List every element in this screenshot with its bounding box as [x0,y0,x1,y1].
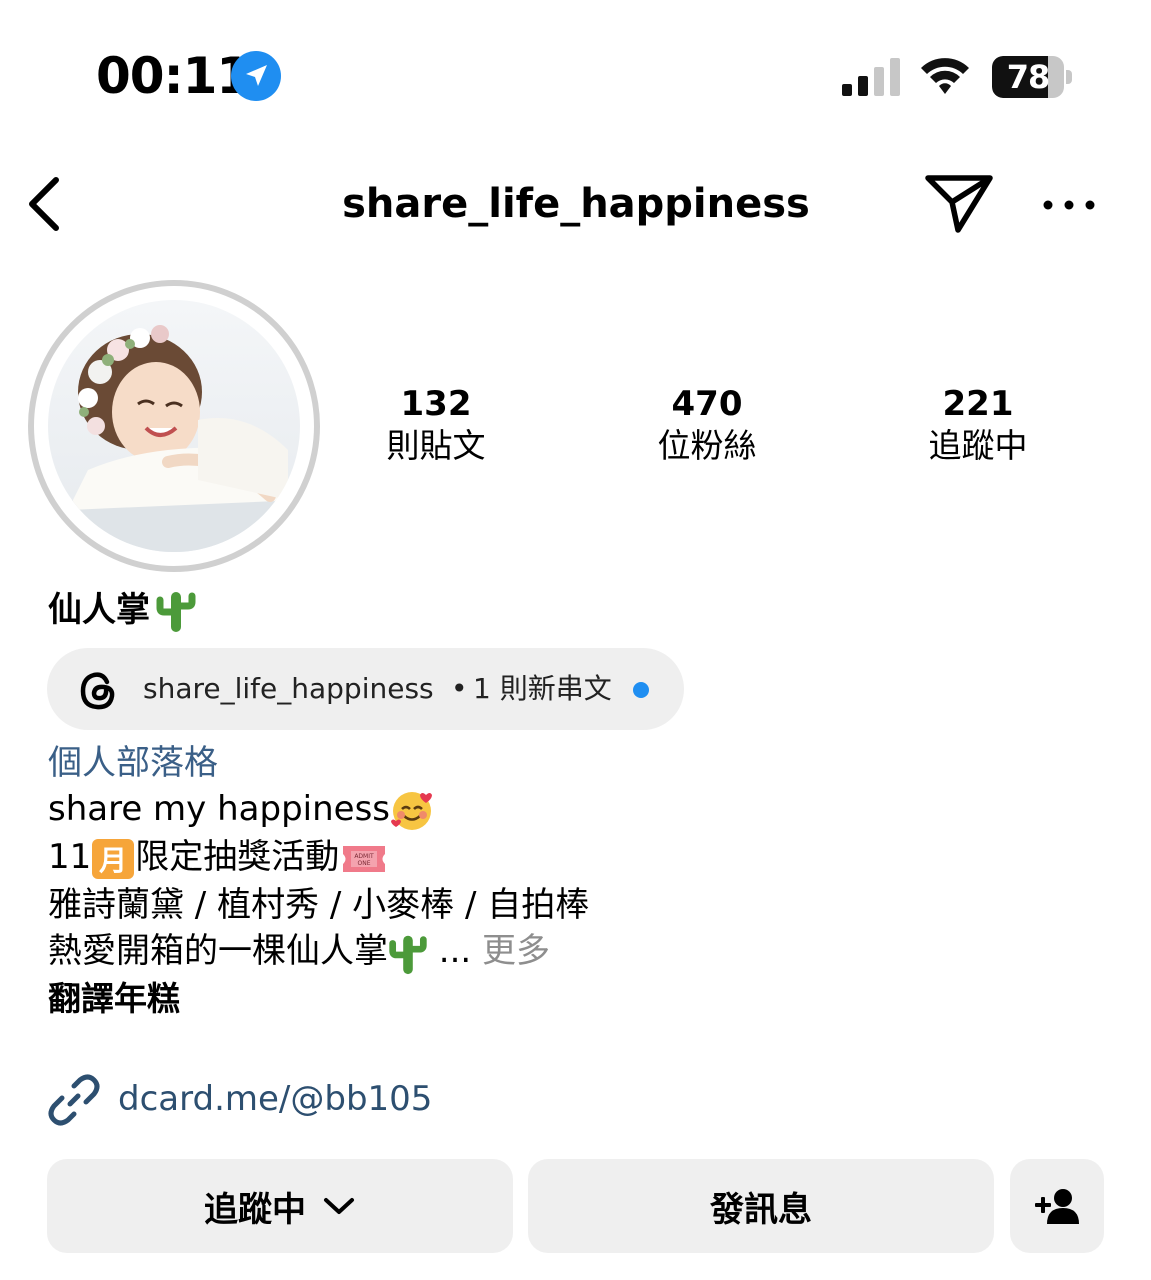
wifi-icon [921,58,969,94]
bio-line-4-text: 熱愛開箱的一棵仙人掌 [48,931,388,971]
page-title: share_life_happiness [342,181,810,227]
bio-line-1-text: share my happiness [48,789,390,829]
svg-text:ONE: ONE [358,860,371,867]
stat-followers-label: 位粉絲 [657,426,757,465]
more-options-icon[interactable] [1040,194,1098,216]
message-button-label: 發訊息 [710,1189,812,1230]
status-bar: 00:11 78 [0,0,1151,150]
stat-posts-count: 132 [400,384,472,424]
bio-line-3: 雅詩蘭黛 / 植村秀 / 小麥棒 / 自拍棒 [48,885,590,925]
threads-username: share_life_happiness [143,672,434,705]
battery-percentage: 78 [1006,58,1051,96]
following-button[interactable]: 追蹤中 [47,1159,513,1253]
bio-line-1: share my happiness [48,786,434,833]
translate-bio-link[interactable]: 翻譯年糕 [48,976,180,1022]
stat-following-label: 追蹤中 [928,426,1028,465]
svg-text:ADMIT: ADMIT [355,853,375,860]
chevron-down-icon [324,1198,354,1214]
battery-icon: 78 [992,56,1074,98]
stat-followers-count: 470 [671,384,743,424]
link-icon [48,1074,100,1126]
profile-link[interactable]: dcard.me/@bb105 [118,1076,432,1122]
stat-following[interactable]: 221 追蹤中 [878,384,1078,468]
status-time: 00:11 [96,47,251,105]
ticket-emoji-icon: ADMIT ONE [343,845,386,872]
suggest-people-button[interactable] [1010,1159,1104,1253]
svg-text:月: 月 [98,844,127,877]
profile-name-text: 仙人掌 [48,590,150,630]
profile-name: 仙人掌 [48,586,196,634]
smiling-face-with-hearts-emoji-icon [391,791,432,830]
bio-line-2-prefix: 11 [48,837,92,877]
stat-posts[interactable]: 132 則貼文 [336,384,536,468]
bio-ellipsis: ... [428,931,472,971]
profile-category: 個人部落格 [48,743,218,783]
location-arrow-icon [231,51,281,101]
cellular-signal-icon [842,58,900,96]
following-button-label: 追蹤中 [204,1189,306,1230]
threads-new-posts: 1 則新串文 [473,672,612,705]
send-message-icon[interactable] [922,170,996,236]
threads-separator: • [451,672,468,705]
bio-line-2: 11 月 限定抽獎活動 ADMIT ONE [48,834,389,880]
bio-line-4: 熱愛開箱的一棵仙人掌 ... 更多 [48,928,550,976]
cactus-emoji-icon [389,935,427,974]
month-emoji-icon: 月 [92,838,135,879]
threads-badge[interactable]: share_life_happiness • 1 則新串文 [47,648,684,730]
bio-line-2-suffix: 限定抽獎活動 [135,837,340,877]
avatar[interactable] [48,300,300,552]
add-person-icon [1035,1189,1079,1224]
threads-new-dot [633,682,649,698]
threads-icon [80,672,115,710]
cactus-emoji-icon [156,592,196,632]
stat-following-count: 221 [942,384,1014,424]
stat-posts-label: 則貼文 [386,426,486,465]
stat-followers[interactable]: 470 位粉絲 [607,384,807,468]
message-button[interactable]: 發訊息 [528,1159,994,1253]
bio-more-link[interactable]: 更多 [482,931,550,971]
back-chevron-icon[interactable] [22,172,66,236]
